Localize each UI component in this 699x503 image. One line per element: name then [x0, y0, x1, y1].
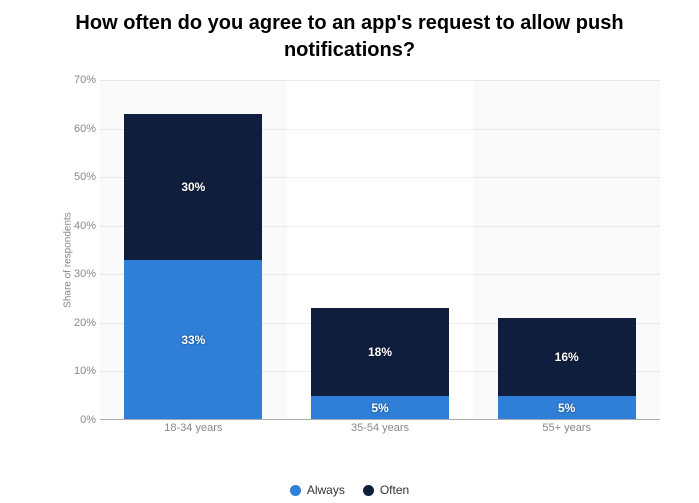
bar-value-label: 16%: [555, 350, 579, 364]
y-tick: 40%: [66, 220, 96, 232]
legend: Always Often: [0, 483, 699, 497]
bar-segment-often[interactable]: 18%: [311, 308, 449, 395]
bar-stack: 16% 5%: [498, 80, 636, 420]
bar-group: 18% 5%: [287, 80, 474, 420]
bar-segment-always[interactable]: 5%: [311, 396, 449, 420]
x-axis-labels: 18-34 years 35-54 years 55+ years: [100, 422, 660, 440]
legend-item-often[interactable]: Often: [363, 483, 409, 497]
legend-swatch-icon: [290, 485, 301, 496]
bar-segment-always[interactable]: 5%: [498, 396, 636, 420]
y-tick: 50%: [66, 171, 96, 183]
bar-group: 16% 5%: [473, 80, 660, 420]
legend-label: Always: [307, 483, 345, 497]
bar-value-label: 5%: [558, 401, 575, 415]
bars-container: 30% 33% 18% 5% 16%: [100, 80, 660, 420]
y-tick: 30%: [66, 268, 96, 280]
bar-value-label: 5%: [371, 401, 388, 415]
x-tick: 18-34 years: [100, 422, 287, 440]
x-axis-line: [100, 419, 660, 420]
bar-stack: 30% 33%: [124, 80, 262, 420]
legend-label: Often: [380, 483, 409, 497]
bar-segment-often[interactable]: 30%: [124, 114, 262, 260]
bar-segment-always[interactable]: 33%: [124, 260, 262, 420]
chart-area: Share of respondents 0% 10% 20% 30% 40% …: [60, 80, 660, 440]
y-tick: 20%: [66, 317, 96, 329]
y-tick: 70%: [66, 74, 96, 86]
bar-value-label: 33%: [181, 333, 205, 347]
chart-title: How often do you agree to an app's reque…: [0, 0, 699, 68]
bar-stack: 18% 5%: [311, 80, 449, 420]
bar-group: 30% 33%: [100, 80, 287, 420]
bar-segment-often[interactable]: 16%: [498, 318, 636, 396]
y-tick: 60%: [66, 123, 96, 135]
y-tick: 0%: [66, 414, 96, 426]
legend-swatch-icon: [363, 485, 374, 496]
y-tick: 10%: [66, 365, 96, 377]
bar-value-label: 18%: [368, 345, 392, 359]
x-tick: 35-54 years: [287, 422, 474, 440]
x-tick: 55+ years: [473, 422, 660, 440]
bar-value-label: 30%: [181, 180, 205, 194]
legend-item-always[interactable]: Always: [290, 483, 345, 497]
